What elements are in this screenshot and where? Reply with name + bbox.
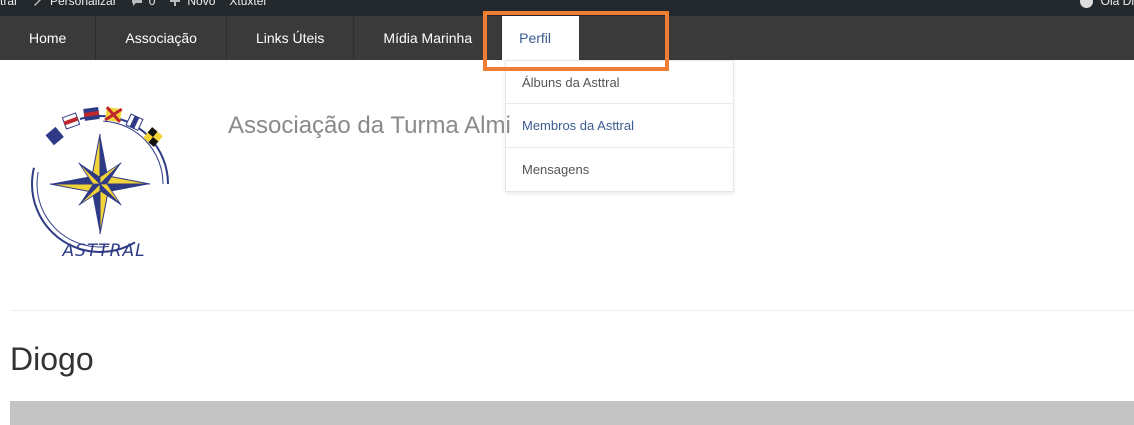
- customize-link[interactable]: Personalizar: [32, 0, 117, 8]
- main-navigation: Home Associação Links Úteis Mídia Marinh…: [0, 16, 1134, 60]
- site-title[interactable]: Associação da Turma Almi: [228, 112, 511, 140]
- compass-rose-logo-icon: ASTTRAL: [31, 106, 169, 261]
- avatar: [1079, 0, 1093, 8]
- edit-link[interactable]: Xtuxtei: [229, 0, 266, 8]
- comment-icon: [131, 0, 142, 6]
- nav-item-label: Perfil: [519, 30, 552, 46]
- nav-item-perfil[interactable]: Perfil: [502, 16, 580, 60]
- page-title: Diogo: [10, 341, 94, 377]
- my-account[interactable]: Olá Di: [1079, 0, 1134, 9]
- nav-item-label: Mídia Marinha: [383, 30, 473, 46]
- customize-label: Personalizar: [50, 0, 117, 8]
- brush-icon: [34, 0, 41, 6]
- new-content-link[interactable]: Novo: [169, 0, 215, 8]
- nav-item-label: Associação: [125, 30, 197, 46]
- site-logo[interactable]: ASTTRAL: [24, 98, 196, 270]
- comments-count: 0: [148, 0, 156, 8]
- nav-item-links-uteis[interactable]: Links Úteis: [227, 16, 355, 60]
- nav-item-home[interactable]: Home: [0, 16, 97, 60]
- new-label: Novo: [187, 0, 216, 8]
- plus-icon: [170, 0, 181, 6]
- dropdown-item-albuns[interactable]: Álbuns da Asttral: [506, 61, 733, 104]
- admin-bar-cut-item[interactable]: trar: [0, 0, 18, 8]
- perfil-dropdown-menu: Álbuns da Asttral Membros da Asttral Men…: [505, 60, 734, 192]
- logo-text: ASTTRAL: [61, 241, 145, 261]
- admin-bar: trar Personalizar 0 Novo Xtuxtei Olá Di: [0, 0, 1134, 16]
- nav-item-associacao[interactable]: Associação: [96, 16, 227, 60]
- comments-link[interactable]: 0: [131, 0, 156, 8]
- dropdown-item-membros[interactable]: Membros da Asttral: [506, 104, 733, 148]
- dropdown-item-mensagens[interactable]: Mensagens: [506, 148, 733, 191]
- nav-item-midia-marinha[interactable]: Mídia Marinha: [354, 16, 503, 60]
- profile-header-bar: [10, 401, 1134, 425]
- divider: [10, 310, 1134, 311]
- nav-item-label: Links Úteis: [255, 30, 325, 46]
- greeting: Olá Di: [1100, 0, 1134, 8]
- nav-item-label: Home: [29, 30, 67, 46]
